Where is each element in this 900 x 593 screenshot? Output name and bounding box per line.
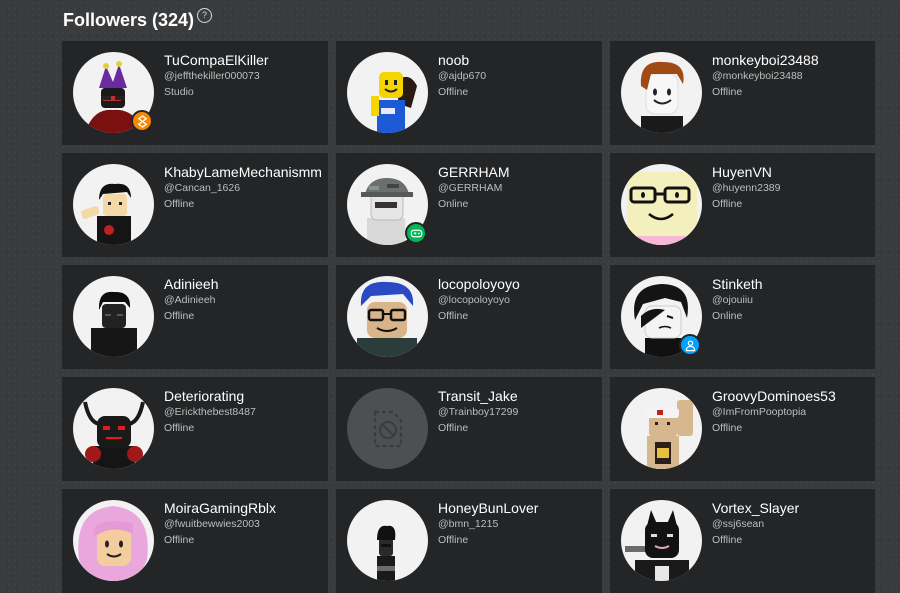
follower-card[interactable]: GERRHAM @GERRHAM Online <box>336 153 602 257</box>
follower-username: @locopoloyoyo <box>438 294 510 306</box>
avatar[interactable] <box>621 500 702 581</box>
follower-display-name[interactable]: HoneyBunLover <box>438 500 598 516</box>
follower-username: @ojouiiu <box>712 294 754 306</box>
avatar[interactable] <box>347 500 428 581</box>
follower-username: @huyenn2389 <box>712 182 781 194</box>
follower-username: @ImFromPooptopia <box>712 406 807 418</box>
follower-card[interactable]: HuyenVN @huyenn2389 Offline <box>610 153 875 257</box>
follower-card[interactable]: GroovyDominoes53 @ImFromPooptopia Offlin… <box>610 377 875 481</box>
follower-card[interactable]: monkeyboi23488 @monkeyboi23488 Offline <box>610 41 875 145</box>
avatar[interactable] <box>347 276 428 357</box>
follower-username: @Erickthebest8487 <box>164 406 256 418</box>
follower-status: Offline <box>438 310 469 322</box>
follower-username: @monkeyboi23488 <box>712 70 803 82</box>
follower-status: Offline <box>164 534 195 546</box>
follower-card[interactable]: noob @ajdp670 Offline <box>336 41 602 145</box>
follower-card[interactable]: locopoloyoyo @locopoloyoyo Offline <box>336 265 602 369</box>
avatar[interactable] <box>73 276 154 357</box>
avatar[interactable] <box>73 164 154 245</box>
avatar[interactable] <box>73 500 154 581</box>
follower-display-name[interactable]: locopoloyoyo <box>438 276 598 292</box>
avatar[interactable] <box>347 52 428 133</box>
studio-icon <box>137 114 147 128</box>
follower-username: @GERRHAM <box>438 182 503 194</box>
in-game-status-badge <box>405 222 427 244</box>
follower-card[interactable]: KhabyLameMechanismm @Cancan_1626 Offline <box>62 153 328 257</box>
follower-card[interactable]: Adinieeh @Adinieeh Offline <box>62 265 328 369</box>
follower-display-name[interactable]: GroovyDominoes53 <box>712 388 871 404</box>
avatar[interactable] <box>621 164 702 245</box>
follower-status: Offline <box>164 310 195 322</box>
follower-username: @ssj6sean <box>712 518 765 530</box>
follower-status: Online <box>438 198 469 210</box>
page-title: Followers (324) <box>63 10 195 30</box>
follower-username: @Trainboy17299 <box>438 406 519 418</box>
game-controller-icon <box>410 229 422 237</box>
follower-card[interactable]: TuCompaElKiller @jeffthekiller000073 Stu… <box>62 41 328 145</box>
follower-card[interactable]: Transit_Jake @Trainboy17299 Offline <box>336 377 602 481</box>
help-icon[interactable]: ? <box>197 8 213 23</box>
avatar-unavailable[interactable] <box>347 388 428 469</box>
page-header: Followers (324) ? <box>63 6 213 34</box>
follower-username: @bmn_1215 <box>438 518 499 530</box>
follower-username: @jeffthekiller000073 <box>164 70 260 82</box>
follower-status: Offline <box>438 422 469 434</box>
follower-display-name[interactable]: noob <box>438 52 598 68</box>
avatar[interactable] <box>621 52 702 133</box>
follower-card[interactable]: Stinketh @ojouiiu Online <box>610 265 875 369</box>
follower-card[interactable]: MoiraGamingRblx @fwuitbewwies2003 Offlin… <box>62 489 328 593</box>
follower-display-name[interactable]: TuCompaElKiller <box>164 52 324 68</box>
studio-status-badge <box>131 110 153 132</box>
follower-status: Offline <box>164 198 195 210</box>
follower-username: @Cancan_1626 <box>164 182 241 194</box>
follower-display-name[interactable]: Transit_Jake <box>438 388 598 404</box>
followers-grid: TuCompaElKiller @jeffthekiller000073 Stu… <box>62 41 875 593</box>
follower-display-name[interactable]: Vortex_Slayer <box>712 500 871 516</box>
follower-display-name[interactable]: Deteriorating <box>164 388 324 404</box>
follower-card[interactable]: Vortex_Slayer @ssj6sean Offline <box>610 489 875 593</box>
follower-status: Offline <box>712 422 743 434</box>
follower-display-name[interactable]: KhabyLameMechanismm <box>164 164 324 180</box>
follower-username: @fwuitbewwies2003 <box>164 518 260 530</box>
follower-status: Offline <box>438 534 469 546</box>
follower-username: @Adinieeh <box>164 294 216 306</box>
follower-status: Offline <box>712 86 743 98</box>
follower-card[interactable]: Deteriorating @Erickthebest8487 Offline <box>62 377 328 481</box>
online-status-badge <box>679 334 701 356</box>
follower-display-name[interactable]: Adinieeh <box>164 276 324 292</box>
follower-status: Studio <box>164 86 194 98</box>
follower-status: Offline <box>164 422 195 434</box>
follower-status: Offline <box>712 198 743 210</box>
follower-display-name[interactable]: monkeyboi23488 <box>712 52 871 68</box>
avatar[interactable] <box>621 388 702 469</box>
follower-status: Online <box>712 310 743 322</box>
person-icon <box>685 339 695 351</box>
follower-status: Offline <box>712 534 743 546</box>
follower-display-name[interactable]: GERRHAM <box>438 164 598 180</box>
follower-status: Offline <box>438 86 469 98</box>
follower-display-name[interactable]: MoiraGamingRblx <box>164 500 324 516</box>
follower-card[interactable]: HoneyBunLover @bmn_1215 Offline <box>336 489 602 593</box>
avatar[interactable] <box>73 388 154 469</box>
follower-display-name[interactable]: Stinketh <box>712 276 871 292</box>
follower-username: @ajdp670 <box>438 70 487 82</box>
follower-display-name[interactable]: HuyenVN <box>712 164 871 180</box>
